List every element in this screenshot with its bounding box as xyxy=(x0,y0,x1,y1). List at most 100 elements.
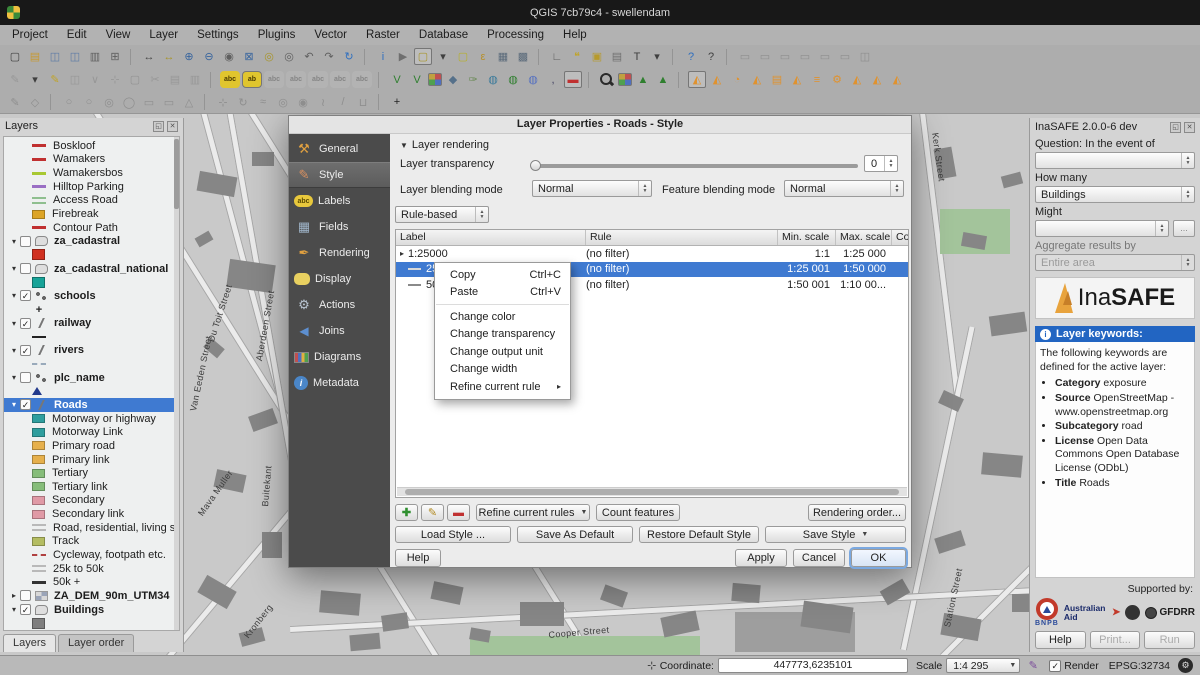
circle-2p-icon[interactable]: ○ xyxy=(60,94,78,111)
add-vector-layer-icon[interactable]: V xyxy=(408,71,426,88)
zoom-out-icon[interactable]: ⊖ xyxy=(200,48,218,65)
inasafe-report-icon[interactable]: ▤ xyxy=(768,71,786,88)
layer-row[interactable] xyxy=(4,385,179,399)
tab-labels[interactable]: Labels xyxy=(289,188,390,214)
layer-row[interactable]: 50k + xyxy=(4,576,179,590)
save-style-button[interactable]: Save Style▼ xyxy=(765,526,906,543)
zoom-last-icon[interactable]: ↶ xyxy=(300,48,318,65)
scale-combo[interactable]: 1:4 295▼ xyxy=(946,658,1020,673)
tab-fields[interactable]: Fields xyxy=(289,214,390,240)
layer-row[interactable] xyxy=(4,330,179,344)
new-shapefile-layer-icon[interactable]: V xyxy=(388,71,406,88)
rectangle-2p-icon[interactable]: ▭ xyxy=(140,94,158,111)
renderer-combo[interactable]: Rule-based▲▼ xyxy=(395,206,489,223)
layer-row[interactable]: Primary link xyxy=(4,453,179,467)
merge-features-icon[interactable]: ⊔ xyxy=(354,94,372,111)
menu-processing[interactable]: Processing xyxy=(487,29,544,41)
rule-row[interactable]: ▸1:25000(no filter)1:11:25 000 xyxy=(396,246,908,262)
label-pin-2-icon[interactable]: abc xyxy=(308,71,328,88)
pan-map-icon[interactable]: ↔ xyxy=(140,48,158,65)
copy-features-icon[interactable]: ▤ xyxy=(166,71,184,88)
menu-item-copy[interactable]: CopyCtrl+C xyxy=(435,266,570,284)
inasafe-keywords-editor-icon[interactable]: ◭ xyxy=(708,71,726,88)
layer-checkbox[interactable]: ✓ xyxy=(20,604,31,615)
help-contents-icon[interactable]: ? xyxy=(682,48,700,65)
menu-edit[interactable]: Edit xyxy=(67,29,87,41)
save-layer-edits-icon[interactable]: ◫ xyxy=(66,71,84,88)
zoom-in-icon[interactable]: ⊕ xyxy=(180,48,198,65)
cancel-button[interactable]: Cancel xyxy=(793,549,845,567)
layer-row[interactable] xyxy=(4,357,179,371)
labeling-settings-icon[interactable]: ab xyxy=(242,71,262,88)
remove-rule-button[interactable]: ▬ xyxy=(447,504,470,521)
zoom-next-icon[interactable]: ↷ xyxy=(320,48,338,65)
identify-icon[interactable]: i xyxy=(374,48,392,65)
count-features-button[interactable]: Count features xyxy=(596,504,680,521)
node-tool-icon[interactable]: ∨ xyxy=(86,71,104,88)
vertical-scrollbar[interactable] xyxy=(174,137,179,630)
transparency-slider[interactable] xyxy=(532,164,858,168)
label-show-hide-icon[interactable]: ▭ xyxy=(756,48,774,65)
label-move-icon[interactable]: ▭ xyxy=(776,48,794,65)
add-delimited-text-layer-icon[interactable]: , xyxy=(544,71,562,88)
expander-icon[interactable]: ▾ xyxy=(8,264,20,273)
layer-checkbox[interactable] xyxy=(20,590,31,601)
zoom-to-selection-icon[interactable]: ◎ xyxy=(260,48,278,65)
label-show-2-icon[interactable]: abc xyxy=(330,71,350,88)
new-print-composer-icon[interactable]: ▥ xyxy=(86,48,104,65)
tab-style[interactable]: Style xyxy=(289,162,390,188)
column-header[interactable]: Min. scale xyxy=(778,230,836,245)
save-project-icon[interactable]: ◫ xyxy=(46,48,64,65)
layer-row[interactable]: ▾plc_name xyxy=(4,371,179,385)
add-rule-button[interactable]: ✚ xyxy=(395,504,418,521)
column-header[interactable]: Rule xyxy=(586,230,778,245)
menu-project[interactable]: Project xyxy=(12,29,48,41)
inasafe-batch-runner-icon[interactable]: ◭ xyxy=(888,71,906,88)
layer-row[interactable]: Tertiary xyxy=(4,466,179,480)
run-feature-action-icon[interactable]: ▶ xyxy=(394,48,412,65)
layer-row[interactable]: Tertiary link xyxy=(4,480,179,494)
composer-manager-icon[interactable]: ⊞ xyxy=(106,48,124,65)
restore-default-style-button[interactable]: Restore Default Style xyxy=(639,526,759,543)
inasafe-run-button[interactable]: Run xyxy=(1144,631,1195,649)
add-wcs-layer-icon[interactable]: ◍ xyxy=(504,71,522,88)
stop-render-icon[interactable]: ✎ xyxy=(1025,658,1041,673)
exposure-combo[interactable]: Buildings▲▼ xyxy=(1035,186,1195,203)
layer-row[interactable]: Cycleway, footpath etc. xyxy=(4,548,179,562)
current-edits-dropdown-icon[interactable]: ▾ xyxy=(26,71,44,88)
attribute-table-icon[interactable]: ▦ xyxy=(494,48,512,65)
layer-row[interactable]: ▾✓railway xyxy=(4,316,179,330)
inasafe-options-icon[interactable]: ⚙ xyxy=(828,71,846,88)
function-options-button[interactable]: ... xyxy=(1173,220,1195,237)
refine-current-rules-button[interactable]: Refine current rules▼ xyxy=(476,504,590,521)
layer-row[interactable]: Motorway or highway xyxy=(4,412,179,426)
rectangle-3p-icon[interactable]: ▭ xyxy=(160,94,178,111)
add-wms-layer-icon[interactable]: ◍ xyxy=(484,71,502,88)
add-postgis-layer-icon[interactable]: ◆ xyxy=(444,71,462,88)
scrollbar-thumb[interactable] xyxy=(174,139,179,209)
menu-settings[interactable]: Settings xyxy=(197,29,239,41)
layer-checkbox[interactable]: ✓ xyxy=(20,290,31,301)
column-header[interactable]: Label xyxy=(396,230,586,245)
tab-actions[interactable]: Actions xyxy=(289,292,390,318)
crs-status[interactable]: EPSG:32734 xyxy=(1109,660,1170,672)
label-pin-icon[interactable]: ▭ xyxy=(736,48,754,65)
layer-row[interactable]: ▾✓schools xyxy=(4,289,179,303)
layer-row[interactable]: + xyxy=(4,303,179,317)
ok-button[interactable]: OK xyxy=(851,549,906,567)
layer-checkbox[interactable] xyxy=(20,236,31,247)
impact-function-combo[interactable]: ▲▼ xyxy=(1035,220,1169,237)
layer-checkbox[interactable] xyxy=(20,263,31,274)
label-rotate-2-icon[interactable]: abc xyxy=(286,71,306,88)
georeferencer-icon[interactable]: ▲ xyxy=(634,71,652,88)
open-project-icon[interactable]: ▤ xyxy=(26,48,44,65)
text-annotation-icon[interactable]: T xyxy=(628,48,646,65)
expander-icon[interactable]: ▾ xyxy=(8,291,20,300)
field-calculator-icon[interactable]: ▩ xyxy=(514,48,532,65)
layer-row[interactable]: 25k to 50k xyxy=(4,562,179,576)
coordinate-input[interactable]: 447773,6235101 xyxy=(718,658,908,673)
menu-help[interactable]: Help xyxy=(563,29,587,41)
show-bookmarks-icon[interactable]: ▤ xyxy=(608,48,626,65)
new-project-icon[interactable]: ▢ xyxy=(6,48,24,65)
undock-icon[interactable]: ◱ xyxy=(1170,122,1181,133)
